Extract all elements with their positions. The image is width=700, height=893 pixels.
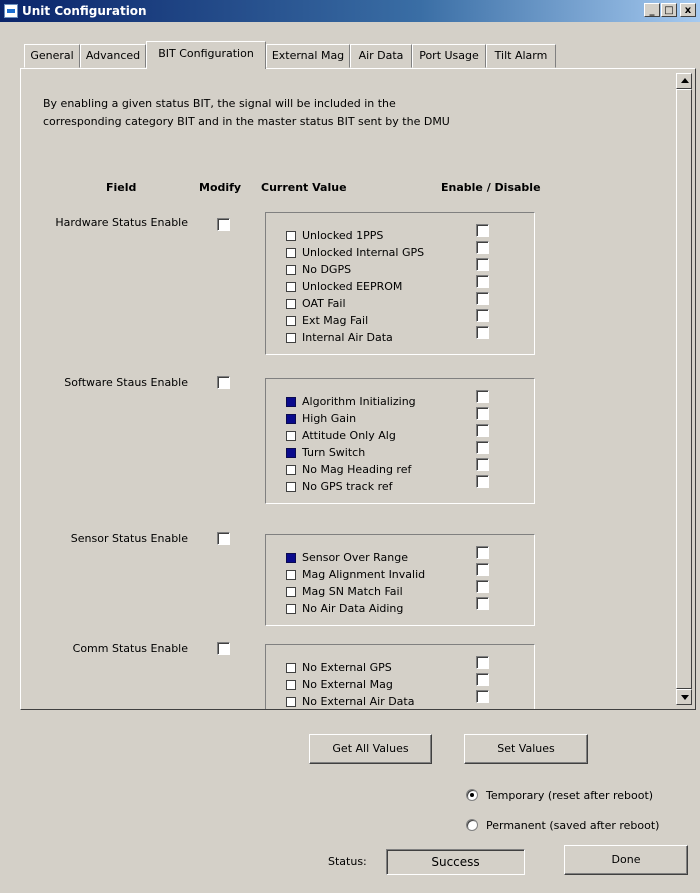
enable-checkbox[interactable] (476, 275, 489, 288)
vertical-scrollbar[interactable] (676, 73, 692, 705)
maximize-button[interactable]: □ (661, 3, 677, 17)
tab-advanced[interactable]: Advanced (80, 44, 146, 68)
window-title: Unit Configuration (22, 4, 147, 18)
title-bar: Unit Configuration _ □ x (0, 0, 700, 22)
bit-indicator (286, 448, 296, 458)
intro-line-1: By enabling a given status BIT, the sign… (43, 97, 396, 110)
enable-checkbox[interactable] (476, 673, 489, 686)
enable-checkbox[interactable] (476, 309, 489, 322)
bit-indicator (286, 697, 296, 707)
intro-line-2: corresponding category BIT and in the ma… (43, 115, 450, 128)
enable-checkbox[interactable] (476, 458, 489, 471)
enable-checkbox[interactable] (476, 241, 489, 254)
enable-checkbox[interactable] (476, 224, 489, 237)
bit-indicator (286, 231, 296, 241)
enable-checkbox[interactable] (476, 326, 489, 339)
column-header-enable-disable: Enable / Disable (441, 181, 541, 194)
enable-checkbox[interactable] (476, 690, 489, 703)
enable-checkbox[interactable] (476, 546, 489, 559)
enable-checkbox[interactable] (476, 424, 489, 437)
bit-indicator (286, 265, 296, 275)
enable-checkbox[interactable] (476, 580, 489, 593)
tab-port-usage[interactable]: Port Usage (412, 44, 486, 68)
bit-indicator (286, 414, 296, 424)
enable-checkbox[interactable] (476, 441, 489, 454)
set-values-button[interactable]: Set Values (464, 734, 588, 764)
tab-bit-configuration[interactable]: BIT Configuration (146, 41, 266, 69)
scroll-down-button[interactable] (676, 689, 692, 705)
permanent-radio-label: Permanent (saved after reboot) (486, 819, 660, 832)
bit-indicator (286, 570, 296, 580)
scroll-thumb[interactable] (676, 89, 692, 689)
enable-checkbox[interactable] (476, 656, 489, 669)
sensor-status-modify-checkbox[interactable] (217, 532, 230, 545)
column-header-modify: Modify (199, 181, 242, 194)
temporary-radio-dot[interactable] (466, 789, 478, 801)
close-button[interactable]: x (680, 3, 696, 17)
software-status-modify-checkbox[interactable] (217, 376, 230, 389)
comm-status-enable-label: Comm Status Enable (72, 642, 188, 655)
bit-indicator (286, 248, 296, 258)
comm-status-modify-checkbox[interactable] (217, 642, 230, 655)
status-label: Status: (328, 855, 367, 868)
column-header-field: Field (106, 181, 137, 194)
column-header-current-value: Current Value (261, 181, 347, 194)
intro-text: By enabling a given status BIT, the sign… (43, 95, 603, 131)
tab-tilt-alarm[interactable]: Tilt Alarm (486, 44, 556, 68)
bit-indicator (286, 397, 296, 407)
bit-indicator (286, 604, 296, 614)
arrow-down-icon (681, 695, 689, 700)
tab-external-mag[interactable]: External Mag (266, 44, 350, 68)
enable-checkbox[interactable] (476, 258, 489, 271)
comm-status-group: No External GPS No External Mag No Exter… (265, 644, 535, 709)
enable-checkbox[interactable] (476, 407, 489, 420)
get-all-values-button[interactable]: Get All Values (309, 734, 432, 764)
hardware-status-group: Unlocked 1PPS Unlocked Internal GPS No D… (265, 212, 535, 355)
enable-checkbox[interactable] (476, 292, 489, 305)
minimize-button[interactable]: _ (644, 3, 660, 17)
bit-indicator (286, 299, 296, 309)
done-button[interactable]: Done (564, 845, 688, 875)
permanent-radio-dot[interactable] (466, 819, 478, 831)
software-status-group: Algorithm Initializing High Gain Attitud… (265, 378, 535, 504)
temporary-radio-label: Temporary (reset after reboot) (486, 789, 654, 802)
status-value: Success (386, 849, 525, 875)
bit-indicator (286, 282, 296, 292)
scroll-up-button[interactable] (676, 73, 692, 89)
bit-indicator (286, 316, 296, 326)
enable-checkbox[interactable] (476, 475, 489, 488)
bit-indicator (286, 553, 296, 563)
bit-indicator (286, 663, 296, 673)
bit-indicator (286, 431, 296, 441)
sensor-status-enable-label: Sensor Status Enable (70, 532, 188, 545)
arrow-up-icon (681, 78, 689, 83)
enable-checkbox[interactable] (476, 597, 489, 610)
software-status-enable-label: Software Staus Enable (64, 376, 188, 389)
sensor-status-group: Sensor Over Range Mag Alignment Invalid … (265, 534, 535, 626)
bit-configuration-panel: By enabling a given status BIT, the sign… (20, 68, 696, 710)
tab-air-data[interactable]: Air Data (350, 44, 412, 68)
bit-indicator (286, 680, 296, 690)
enable-checkbox[interactable] (476, 390, 489, 403)
bit-indicator (286, 587, 296, 597)
tab-general[interactable]: General (24, 44, 80, 68)
bit-indicator (286, 482, 296, 492)
hardware-status-modify-checkbox[interactable] (217, 218, 230, 231)
bit-indicator (286, 465, 296, 475)
enable-checkbox[interactable] (476, 563, 489, 576)
app-icon (4, 4, 18, 18)
hardware-status-enable-label: Hardware Status Enable (55, 216, 188, 229)
bit-indicator (286, 333, 296, 343)
